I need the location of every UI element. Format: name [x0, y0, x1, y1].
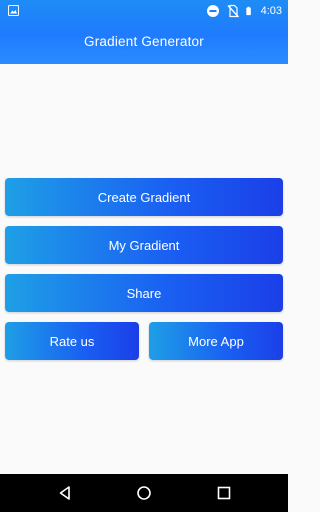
app-screen: 4:03 Gradient Generator Create Gradient …	[0, 0, 288, 512]
image-icon	[8, 5, 19, 16]
create-gradient-button[interactable]: Create Gradient	[5, 178, 283, 216]
recents-icon[interactable]	[216, 485, 232, 501]
share-button[interactable]: Share	[5, 274, 283, 312]
my-gradient-button[interactable]: My Gradient	[5, 226, 283, 264]
app-header: 4:03 Gradient Generator	[0, 0, 288, 64]
status-bar: 4:03	[0, 0, 288, 22]
app-title: Gradient Generator	[84, 34, 204, 49]
status-icons: 4:03	[200, 3, 282, 19]
more-app-button[interactable]: More App	[149, 322, 283, 360]
navigation-bar	[0, 474, 288, 512]
no-sim-icon	[227, 4, 239, 18]
do-not-disturb-icon	[206, 5, 219, 17]
battery-icon	[245, 6, 251, 16]
rate-us-button[interactable]: Rate us	[5, 322, 139, 360]
back-icon[interactable]	[57, 485, 73, 501]
status-time: 4:03	[260, 5, 282, 17]
home-icon[interactable]	[136, 485, 152, 501]
